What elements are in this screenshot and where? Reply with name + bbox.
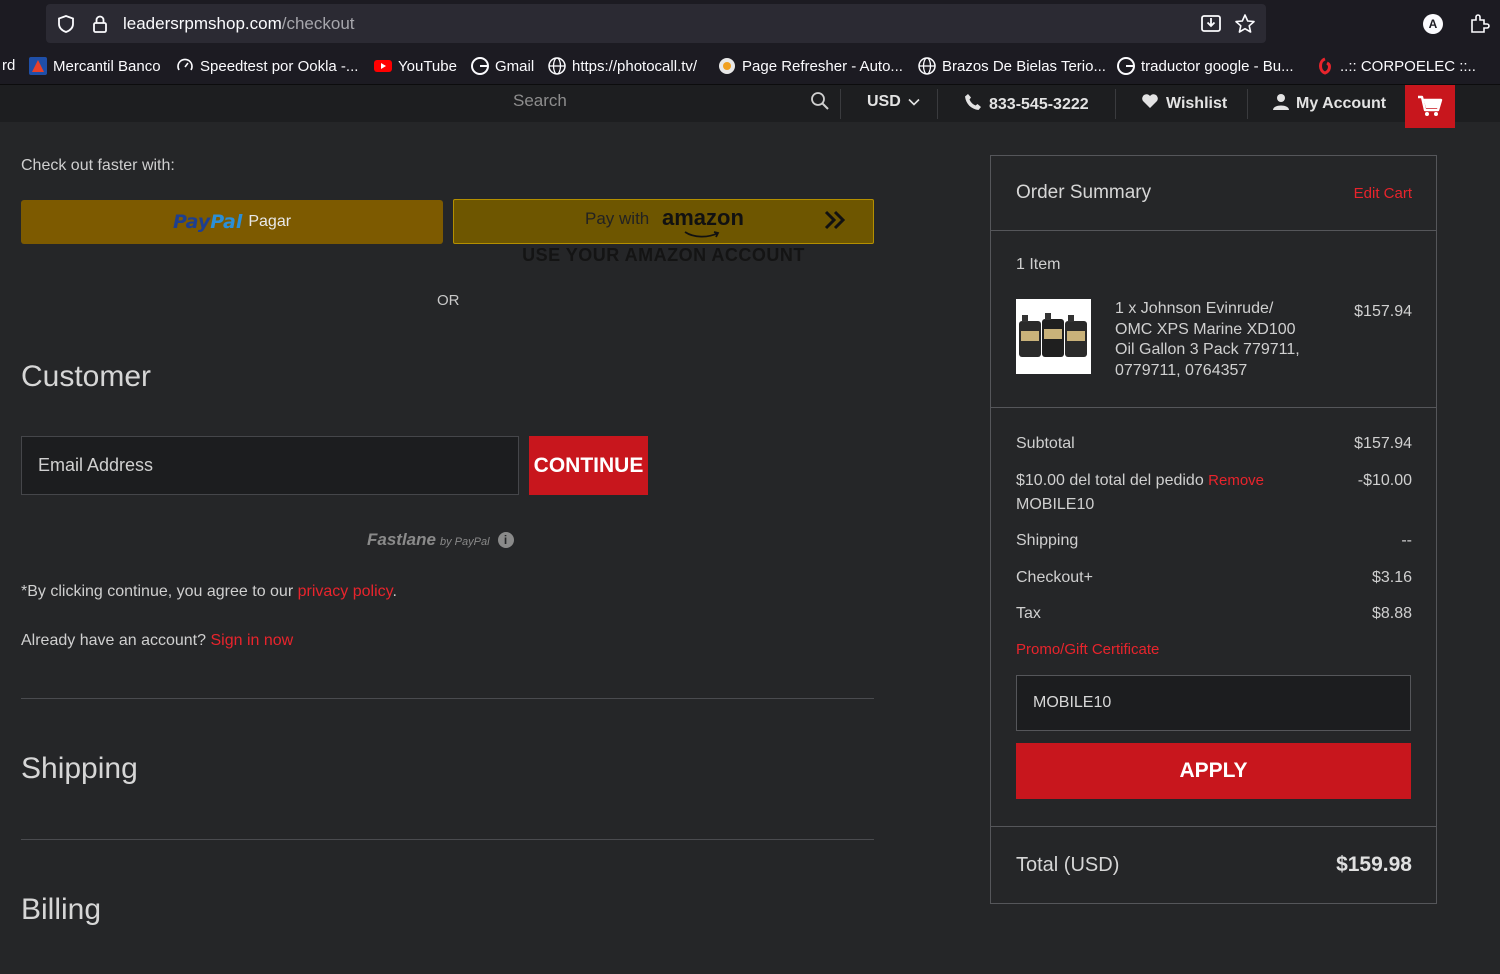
bookmark-item[interactable]: YouTube bbox=[374, 57, 457, 75]
refresher-icon bbox=[718, 57, 736, 75]
paypal-logo: PayPal bbox=[172, 211, 243, 233]
chevron-down-icon bbox=[908, 93, 920, 111]
mercantil-icon bbox=[29, 57, 47, 75]
bookmark-item[interactable]: Mercantil Banco bbox=[29, 57, 161, 75]
heart-icon bbox=[1141, 93, 1159, 114]
divider bbox=[1115, 89, 1116, 119]
currency-selector[interactable]: USD bbox=[867, 93, 920, 111]
remove-discount-link[interactable]: Remove bbox=[1208, 472, 1264, 489]
order-summary-title: Order Summary bbox=[1016, 182, 1152, 203]
youtube-icon bbox=[374, 57, 392, 75]
site-header: Search USD 833-545-3222 Wishlist My Acco… bbox=[0, 85, 1500, 122]
bookmarks-bar: rd Mercantil Banco Speedtest por Ookla -… bbox=[0, 46, 1500, 85]
amazon-smile-icon bbox=[684, 231, 720, 238]
user-icon bbox=[1273, 93, 1289, 115]
divider bbox=[937, 89, 938, 119]
privacy-policy-link[interactable]: privacy policy bbox=[298, 583, 393, 600]
amazon-logo: amazon bbox=[662, 205, 744, 230]
address-bar[interactable]: leadersrpmshop.com/checkout bbox=[46, 4, 1266, 43]
product-price: $157.94 bbox=[1354, 303, 1412, 320]
item-count: 1 Item bbox=[1016, 256, 1061, 273]
order-summary: Order Summary Edit Cart 1 Item 1 x Johns… bbox=[990, 155, 1437, 904]
paypal-button[interactable]: PayPal Pagar bbox=[21, 200, 443, 244]
checkoutplus-label: Checkout+ bbox=[1016, 569, 1093, 586]
subtotal-label: Subtotal bbox=[1016, 435, 1075, 452]
divider bbox=[21, 839, 874, 840]
customer-heading: Customer bbox=[21, 360, 152, 393]
discount-value: -$10.00 bbox=[1357, 472, 1412, 489]
url-text[interactable]: leadersrpmshop.com/checkout bbox=[123, 14, 355, 34]
phone-link[interactable]: 833-545-3222 bbox=[964, 93, 1089, 116]
info-icon[interactable]: i bbox=[497, 532, 514, 548]
bookmark-item[interactable]: Brazos De Bielas Terio... bbox=[918, 57, 1106, 75]
search-icon[interactable] bbox=[810, 91, 830, 116]
browser-account-avatar[interactable]: A bbox=[1423, 14, 1443, 34]
fastlane-badge: Fastlane by PayPal i bbox=[367, 530, 514, 550]
total-label: Total (USD) bbox=[1016, 854, 1120, 876]
corpoelec-icon bbox=[1316, 57, 1334, 75]
sign-in-link[interactable]: Sign in now bbox=[210, 632, 293, 649]
cart-button[interactable] bbox=[1405, 85, 1455, 128]
divider bbox=[991, 230, 1436, 231]
amazon-pay-button[interactable]: Pay with amazon bbox=[453, 199, 874, 244]
subtotal-value: $157.94 bbox=[1354, 435, 1412, 452]
divider bbox=[991, 407, 1436, 408]
agree-text: *By clicking continue, you agree to our … bbox=[21, 583, 397, 600]
edit-cart-link[interactable]: Edit Cart bbox=[1354, 185, 1412, 202]
discount-label: $10.00 del total del pedido Remove bbox=[1016, 472, 1265, 489]
google-icon bbox=[1117, 57, 1135, 75]
shield-icon[interactable] bbox=[56, 14, 76, 39]
bookmark-item[interactable]: ..:: CORPOELEC ::.. bbox=[1316, 57, 1476, 75]
speedtest-icon bbox=[176, 57, 194, 75]
bookmark-item[interactable]: Page Refresher - Auto... bbox=[718, 57, 903, 75]
search-input[interactable]: Search bbox=[513, 91, 567, 111]
lock-icon[interactable] bbox=[91, 14, 109, 39]
bookmark-item[interactable]: traductor google - Bu... bbox=[1117, 57, 1294, 75]
my-account-link[interactable]: My Account bbox=[1273, 93, 1386, 115]
divider bbox=[840, 89, 841, 119]
amazon-subtext: USE YOUR AMAZON ACCOUNT bbox=[522, 245, 805, 265]
globe-icon bbox=[548, 57, 566, 75]
wishlist-link[interactable]: Wishlist bbox=[1141, 93, 1227, 114]
have-account-text: Already have an account? Sign in now bbox=[21, 632, 294, 649]
or-divider: OR bbox=[437, 292, 460, 309]
promo-code-input[interactable] bbox=[1016, 675, 1411, 731]
phone-icon bbox=[964, 93, 982, 116]
bookmark-star-icon[interactable] bbox=[1234, 13, 1256, 40]
bookmark-item[interactable]: Speedtest por Ookla -... bbox=[176, 57, 358, 75]
double-chevron-right-icon bbox=[824, 210, 846, 235]
apply-button[interactable]: APPLY bbox=[1016, 743, 1411, 799]
globe-icon bbox=[918, 57, 936, 75]
extensions-icon[interactable] bbox=[1468, 12, 1490, 39]
browser-toolbar: leadersrpmshop.com/checkout A bbox=[0, 0, 1500, 46]
checkoutplus-value: $3.16 bbox=[1371, 569, 1412, 586]
discount-code: MOBILE10 bbox=[1016, 496, 1095, 513]
billing-heading: Billing bbox=[21, 893, 102, 926]
promo-gift-link[interactable]: Promo/Gift Certificate bbox=[1016, 641, 1159, 658]
tax-label: Tax bbox=[1016, 605, 1041, 622]
shipping-label: Shipping bbox=[1016, 532, 1079, 549]
google-icon bbox=[471, 57, 489, 75]
shipping-heading: Shipping bbox=[21, 752, 138, 785]
continue-button[interactable]: CONTINUE bbox=[529, 436, 648, 495]
bookmark-item[interactable]: rd bbox=[2, 57, 15, 74]
save-page-icon[interactable] bbox=[1200, 13, 1222, 38]
total-value: $159.98 bbox=[1336, 853, 1412, 876]
shipping-value: -- bbox=[1401, 532, 1412, 549]
checkout-faster-label: Check out faster with: bbox=[21, 157, 175, 174]
divider bbox=[1247, 89, 1248, 119]
divider bbox=[21, 698, 874, 699]
tax-value: $8.88 bbox=[1371, 605, 1412, 622]
product-thumbnail bbox=[1016, 299, 1091, 374]
bookmark-item[interactable]: Gmail bbox=[471, 57, 534, 75]
bookmark-item[interactable]: https://photocall.tv/ bbox=[548, 57, 697, 75]
divider bbox=[991, 826, 1436, 827]
product-name: 1 x Johnson Evinrude/ OMC XPS Marine XD1… bbox=[1115, 300, 1300, 379]
email-field[interactable] bbox=[21, 436, 519, 495]
